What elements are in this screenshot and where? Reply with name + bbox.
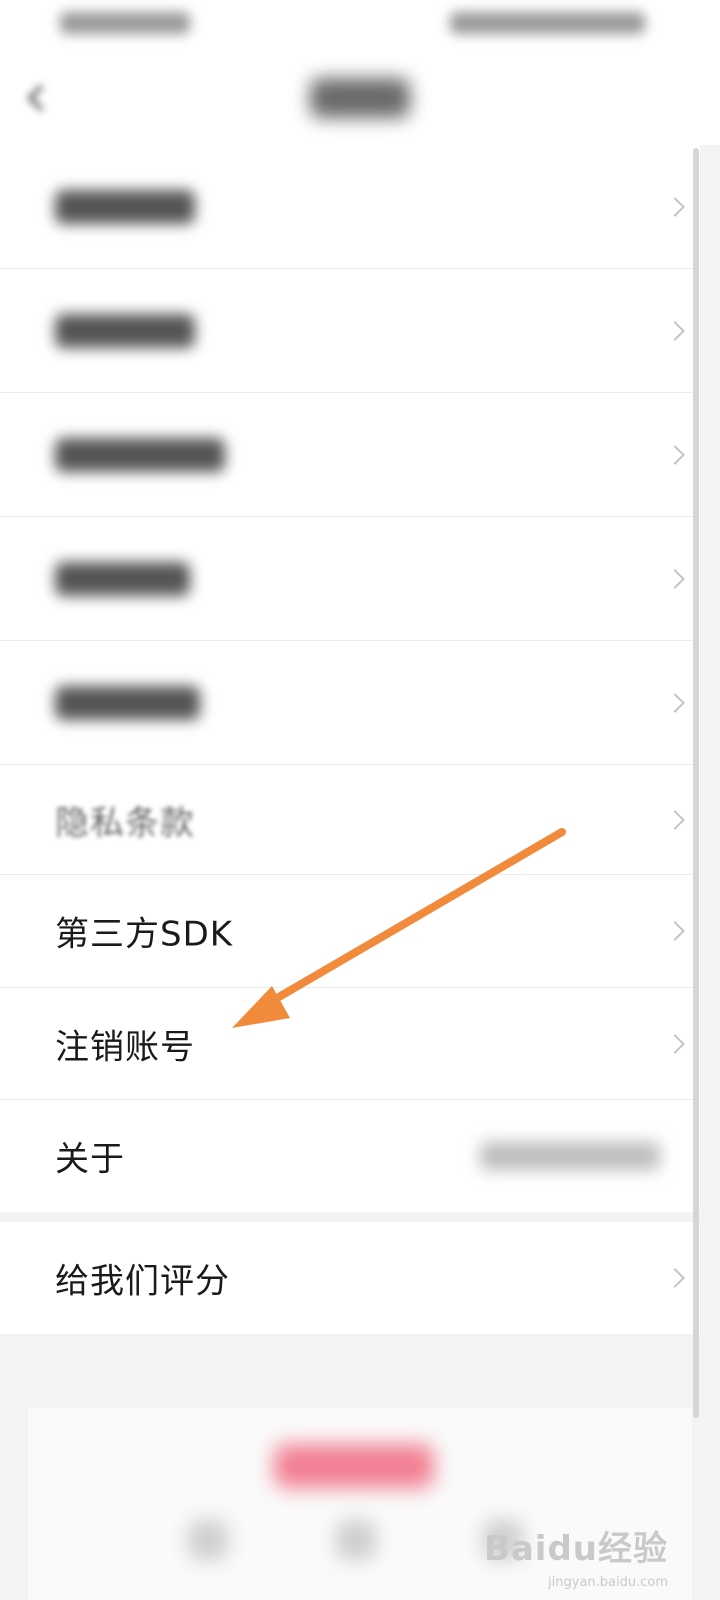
watermark-logo: Baidu经验 bbox=[483, 1529, 668, 1569]
menu-item-third-party-sdk[interactable]: 第三方SDK bbox=[0, 875, 700, 988]
menu-item-label bbox=[55, 189, 195, 224]
chevron-right-icon bbox=[665, 196, 685, 217]
signal-icons bbox=[60, 12, 190, 34]
menu-item-label: 注销账号 bbox=[55, 1027, 195, 1067]
menu-item-label bbox=[55, 313, 195, 348]
recent-apps-icon[interactable] bbox=[188, 1520, 228, 1560]
chevron-right-icon bbox=[665, 809, 685, 830]
version-value bbox=[480, 1142, 660, 1170]
chevron-right-icon bbox=[665, 921, 685, 941]
settings-group-main: 隐私条款 第三方SDK 注销账号 关于 bbox=[0, 145, 700, 1212]
menu-item-label: 给我们评分 bbox=[55, 1261, 230, 1302]
chevron-right-icon bbox=[665, 568, 685, 589]
chevron-right-icon bbox=[665, 444, 685, 465]
scrollbar[interactable] bbox=[693, 148, 699, 1418]
logout-area bbox=[28, 1408, 692, 1600]
menu-item-label: 隐私条款 bbox=[55, 803, 195, 843]
status-bar bbox=[0, 0, 720, 50]
settings-group-rate: 给我们评分 bbox=[0, 1222, 700, 1334]
menu-item-user-agreement[interactable] bbox=[0, 641, 700, 765]
menu-item-label: 关于 bbox=[55, 1139, 125, 1180]
menu-item-delete-account[interactable]: 注销账号 bbox=[0, 988, 700, 1100]
menu-item-general-settings[interactable] bbox=[0, 393, 700, 517]
menu-item-about[interactable]: 关于 bbox=[0, 1100, 700, 1212]
home-icon[interactable] bbox=[336, 1520, 376, 1560]
menu-item-label bbox=[55, 437, 225, 472]
page-title bbox=[310, 78, 410, 118]
menu-item-label: 第三方SDK bbox=[55, 914, 234, 955]
menu-item-privacy-settings[interactable] bbox=[0, 517, 700, 641]
watermark-url: jingyan.baidu.com bbox=[548, 1575, 668, 1590]
chevron-right-icon bbox=[665, 320, 685, 341]
back-arrow-icon[interactable] bbox=[22, 78, 52, 118]
logout-button[interactable] bbox=[274, 1444, 434, 1488]
battery-clock bbox=[450, 12, 645, 34]
menu-item-rate-us[interactable]: 给我们评分 bbox=[0, 1222, 700, 1334]
chevron-right-icon bbox=[665, 1268, 685, 1288]
chevron-right-icon bbox=[665, 692, 685, 713]
menu-item-account-settings[interactable] bbox=[0, 145, 700, 269]
menu-item-privacy-terms[interactable]: 隐私条款 bbox=[0, 765, 700, 875]
menu-item-label bbox=[55, 561, 190, 596]
menu-item-notification-settings[interactable] bbox=[0, 269, 700, 393]
chevron-right-icon bbox=[665, 1033, 685, 1054]
menu-item-label bbox=[55, 685, 200, 720]
